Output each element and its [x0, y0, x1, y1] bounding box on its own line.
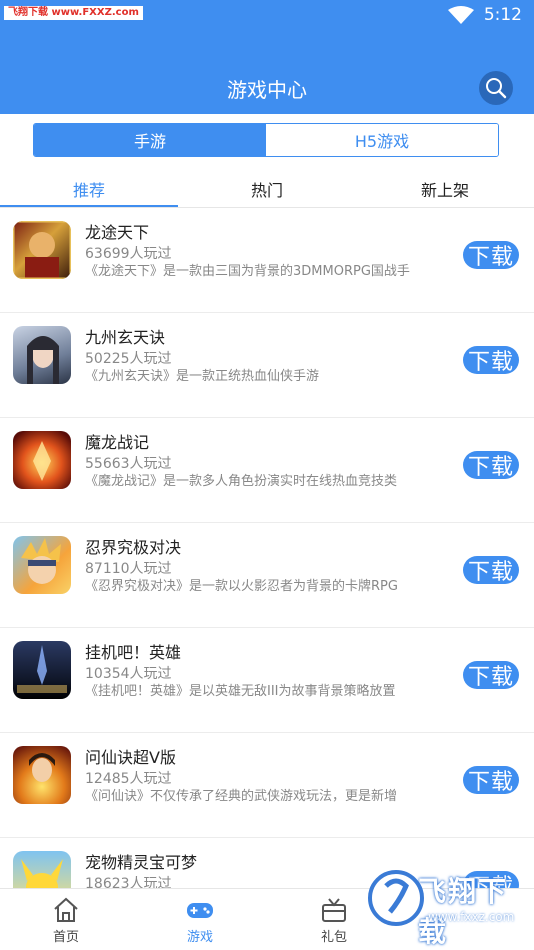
- game-name: 魔龙战记: [85, 433, 150, 452]
- download-button[interactable]: 下载: [463, 556, 519, 585]
- game-icon: [13, 536, 71, 594]
- nav-home-label: 首页: [52, 930, 79, 945]
- app-header: 飞翔下载 www.FXXZ.com 5:12 游戏中心: [0, 0, 534, 114]
- tab-popular[interactable]: 热门: [178, 170, 356, 208]
- game-name: 宠物精灵宝可梦: [85, 853, 198, 872]
- watermark-url: www.fxxz.com: [428, 910, 515, 924]
- nav-gifts-label: 礼包: [320, 930, 347, 945]
- game-name: 龙途天下: [85, 223, 150, 242]
- game-row[interactable]: 忍界究极对决 87110人玩过 《忍界究极对决》是一款以火影忍者为背景的卡牌RP…: [0, 523, 534, 628]
- game-name: 挂机吧！英雄: [85, 643, 182, 662]
- game-icon: [13, 851, 71, 888]
- gamepad-icon: [187, 903, 213, 918]
- game-name: 忍界究极对决: [85, 538, 182, 557]
- wifi-icon: [448, 6, 474, 24]
- game-row[interactable]: 挂机吧！英雄 10354人玩过 《挂机吧！英雄》是以英雄无敌III为故事背景策略…: [0, 628, 534, 733]
- nav-games-label: 游戏: [186, 930, 213, 945]
- game-description: 《问仙诀》不仅传承了经典的武侠游戏玩法，更是新增: [85, 789, 398, 804]
- game-description: 《挂机吧！英雄》是以英雄无敌III为故事背景策略放置: [85, 684, 396, 699]
- game-name: 问仙诀超V版: [85, 748, 176, 767]
- tab-indicator: [0, 205, 178, 207]
- watermark-logo: 飞翔下载 www.fxxz.com: [366, 856, 534, 949]
- game-plays: 10354人玩过: [85, 666, 172, 682]
- game-icon: [13, 221, 71, 279]
- nav-gifts[interactable]: 礼包: [294, 889, 374, 949]
- game-row[interactable]: 龙途天下 63699人玩过 《龙途天下》是一款由三国为背景的3DMMORPG国战…: [0, 208, 534, 313]
- page-title: 游戏中心: [227, 78, 307, 102]
- status-time: 5:12: [483, 5, 522, 25]
- segment-control: 手游 H5游戏: [33, 123, 499, 157]
- game-icon: [13, 326, 71, 384]
- game-row[interactable]: 问仙诀超V版 12485人玩过 《问仙诀》不仅传承了经典的武侠游戏玩法，更是新增…: [0, 733, 534, 838]
- download-button[interactable]: 下载: [463, 766, 519, 795]
- search-icon: [486, 78, 507, 99]
- download-button[interactable]: 下载: [463, 661, 519, 690]
- download-button[interactable]: 下载: [463, 241, 519, 270]
- game-plays: 55663人玩过: [85, 456, 172, 472]
- game-description: 《魔龙战记》是一款多人角色扮演实时在线热血竞技类: [85, 474, 398, 489]
- category-tabs: 推荐 热门 新上架: [0, 170, 534, 208]
- home-icon: [54, 897, 78, 922]
- nav-games[interactable]: 游戏: [160, 889, 240, 949]
- game-row[interactable]: 九州玄天诀 50225人玩过 《九州玄天诀》是一款正统热血仙侠手游 下载: [0, 313, 534, 418]
- segment-mobile-games[interactable]: 手游: [34, 124, 266, 156]
- download-button[interactable]: 下载: [463, 346, 519, 375]
- game-icon: [13, 431, 71, 489]
- game-name: 九州玄天诀: [85, 328, 166, 347]
- game-icon: [13, 641, 71, 699]
- watermark-top: 飞翔下载 www.FXXZ.com: [4, 6, 143, 20]
- search-button[interactable]: [479, 71, 513, 105]
- game-plays: 50225人玩过: [85, 351, 172, 367]
- gift-tv-icon: [322, 898, 346, 922]
- game-plays: 63699人玩过: [85, 246, 172, 262]
- tab-recommended[interactable]: 推荐: [0, 170, 178, 208]
- game-description: 《忍界究极对决》是一款以火影忍者为背景的卡牌RPG: [85, 579, 398, 594]
- game-description: 《九州玄天诀》是一款正统热血仙侠手游: [85, 369, 320, 384]
- game-plays: 18623人玩过: [85, 876, 172, 888]
- game-icon: [13, 746, 71, 804]
- game-plays: 12485人玩过: [85, 771, 172, 787]
- download-button[interactable]: 下载: [463, 451, 519, 480]
- game-row[interactable]: 魔龙战记 55663人玩过 《魔龙战记》是一款多人角色扮演实时在线热血竞技类 下…: [0, 418, 534, 523]
- game-description: 《龙途天下》是一款由三国为背景的3DMMORPG国战手: [85, 264, 410, 279]
- nav-home[interactable]: 首页: [26, 889, 106, 949]
- segment-h5-games[interactable]: H5游戏: [266, 124, 498, 156]
- game-plays: 87110人玩过: [85, 561, 172, 577]
- tab-new[interactable]: 新上架: [356, 170, 534, 208]
- game-list: 龙途天下 63699人玩过 《龙途天下》是一款由三国为背景的3DMMORPG国战…: [0, 208, 534, 888]
